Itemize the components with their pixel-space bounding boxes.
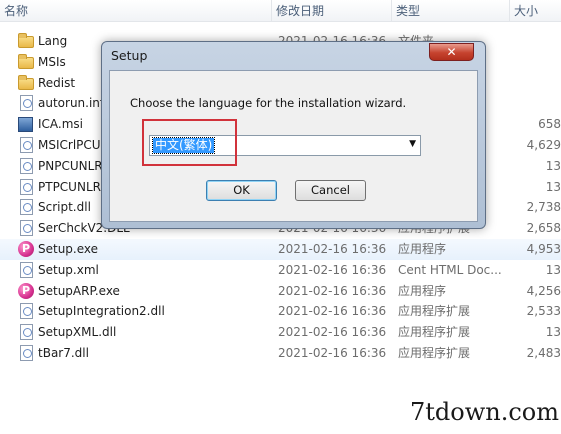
file-size: 13 <box>545 262 561 277</box>
file-date: 2021-02-16 16:36 <box>278 262 387 277</box>
ok-button[interactable]: OK <box>206 180 277 201</box>
file-size: 4,256 <box>526 283 561 298</box>
file-row[interactable]: Setup.exe 2021-02-16 16:36 应用程序 4,953 <box>0 239 561 260</box>
file-icon <box>20 199 33 216</box>
installer-icon <box>18 117 33 133</box>
column-date-header[interactable]: 修改日期 <box>272 0 392 22</box>
file-size: 2,738 <box>526 200 561 215</box>
file-name: SetupXML.dll <box>38 325 117 340</box>
file-icon <box>20 261 33 278</box>
close-icon[interactable]: ✕ <box>429 43 474 61</box>
file-date: 2021-02-16 16:36 <box>278 242 387 256</box>
file-name: SetupIntegration2.dll <box>38 304 165 319</box>
file-size: 2,533 <box>526 304 561 319</box>
file-size: 2,658 <box>526 221 561 236</box>
folder-icon <box>18 74 34 90</box>
file-row[interactable]: SetupIntegration2.dll 2021-02-16 16:36 应用程… <box>0 301 561 322</box>
file-size <box>506 31 561 52</box>
file-size: 13 <box>545 325 561 340</box>
setup-dialog: Setup ✕ Choose the language for the inst… <box>101 41 486 229</box>
cancel-button[interactable]: Cancel <box>295 180 366 201</box>
file-size: 2,483 <box>526 346 561 360</box>
file-size <box>506 93 561 114</box>
file-date: 2021-02-16 16:36 <box>278 304 387 319</box>
file-icon <box>20 303 33 320</box>
file-size <box>506 52 561 73</box>
file-type: 应用程序扩展 <box>398 346 471 360</box>
annotation-highlight-box <box>142 119 237 166</box>
chevron-down-icon[interactable]: ▼ <box>409 139 416 149</box>
file-icon <box>20 324 33 341</box>
file-size: 4,629 <box>526 138 561 152</box>
file-name: SetupARP.exe <box>38 283 120 298</box>
file-name: tBar7.dll <box>38 346 89 360</box>
file-type: 应用程序 <box>398 242 447 256</box>
folder-icon <box>18 33 34 48</box>
file-size: 658 <box>538 117 561 132</box>
file-size <box>506 73 561 94</box>
file-type: 应用程序 <box>398 283 447 298</box>
file-icon <box>20 345 33 361</box>
column-size-header[interactable]: 大小 <box>510 0 561 22</box>
file-type: 应用程序扩展 <box>398 304 471 319</box>
file-size: 13 <box>545 179 561 194</box>
file-name: Setup.xml <box>38 262 99 277</box>
column-name-header[interactable]: 名称 <box>0 0 272 22</box>
file-row[interactable]: tBar7.dll 2021-02-16 16:36 应用程序扩展 2,483 <box>0 343 561 364</box>
file-type: Cent HTML Doc... <box>398 262 502 277</box>
file-icon <box>20 95 33 112</box>
file-row[interactable]: SetupXML.dll 2021-02-16 16:36 应用程序扩展 13 <box>0 322 561 343</box>
file-icon <box>20 178 33 195</box>
file-date: 2021-02-16 16:36 <box>278 325 387 340</box>
dialog-message: Choose the language for the installation… <box>130 96 407 110</box>
file-icon <box>20 137 33 153</box>
folder-icon <box>18 53 34 69</box>
setup-exe-icon <box>18 241 34 257</box>
file-icon <box>20 220 33 237</box>
watermark: 7tdown.com <box>410 398 560 426</box>
column-type-header[interactable]: 类型 <box>392 0 510 22</box>
file-type: 应用程序扩展 <box>398 325 471 340</box>
file-row[interactable]: SetupARP.exe 2021-02-16 16:36 应用程序 4,256 <box>0 281 561 302</box>
file-size: 13 <box>545 158 561 173</box>
file-date: 2021-02-16 16:36 <box>278 283 387 298</box>
file-icon <box>20 157 33 174</box>
file-row[interactable]: Setup.xml 2021-02-16 16:36 Cent HTML Doc..… <box>0 260 561 281</box>
column-header: 名称 修改日期 类型 大小 <box>0 0 561 22</box>
file-date: 2021-02-16 16:36 <box>278 346 387 360</box>
file-size: 4,953 <box>526 242 561 256</box>
file-name: Setup.exe <box>38 242 99 256</box>
setup-exe-icon <box>18 282 34 299</box>
dialog-title: Setup <box>111 48 148 63</box>
dialog-body: Choose the language for the installation… <box>109 70 478 222</box>
